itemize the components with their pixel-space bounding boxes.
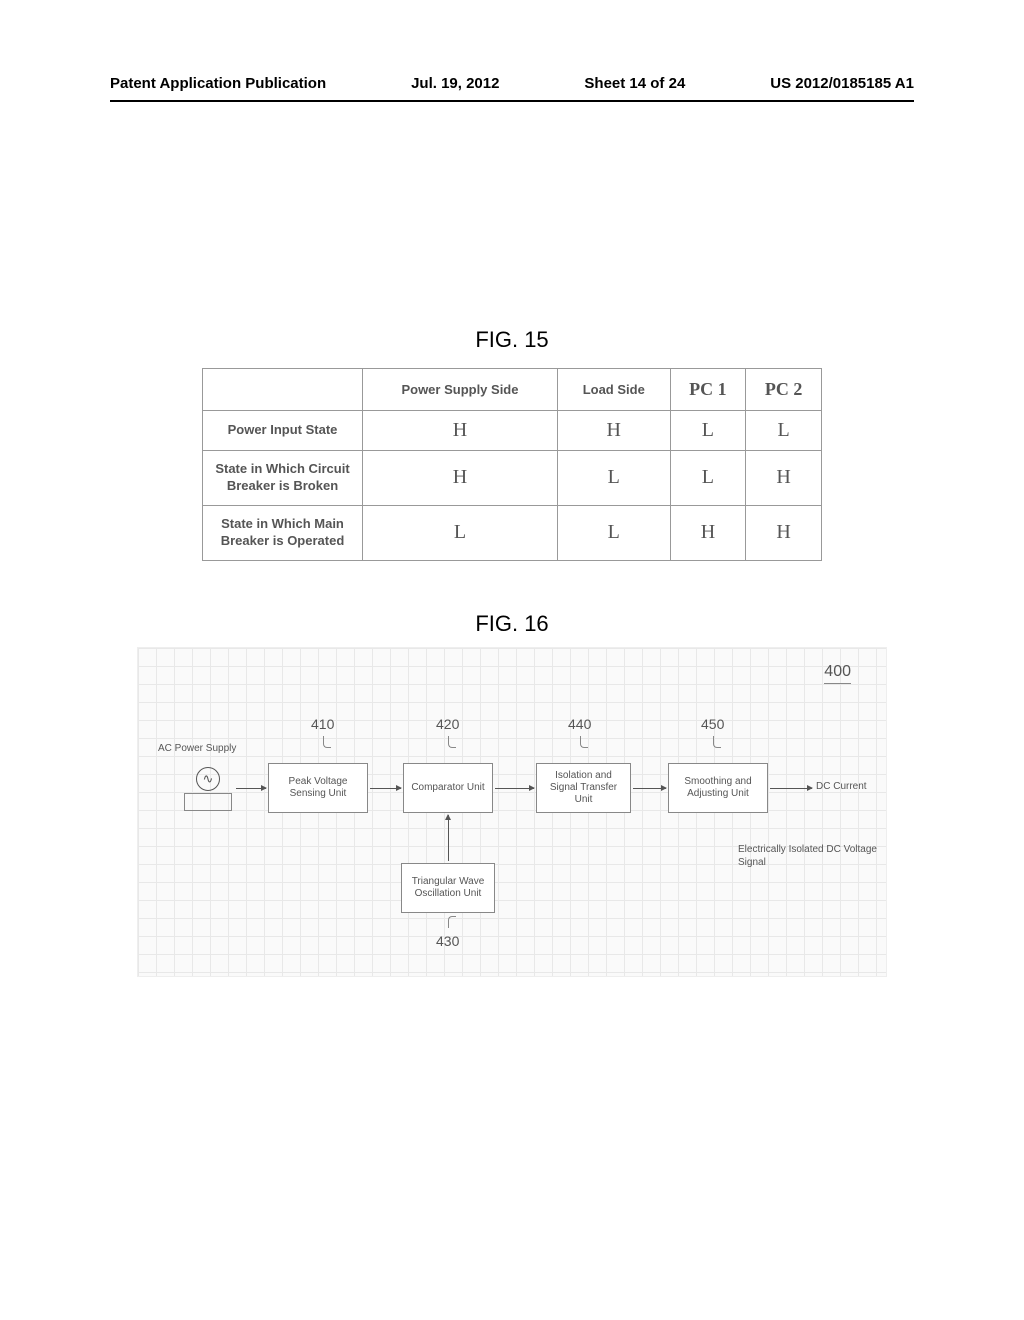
cell-value: H [746,451,822,506]
triangular-wave-block: Triangular Wave Oscillation Unit [401,863,495,913]
cell-value: H [363,411,558,451]
ref-hook [323,736,331,748]
cell-value: L [670,451,746,506]
figure-16-label: FIG. 16 [0,611,1024,637]
arrow-icon [770,788,812,789]
ref-hook [448,916,456,928]
block-diagram: 400 410 420 440 450 430 AC Power Supply … [137,647,887,977]
table-header-row: Power Supply Side Load Side PC 1 PC 2 [203,369,822,411]
isolation-block: Isolation and Signal Transfer Unit [536,763,631,813]
dc-current-label: DC Current [816,781,867,792]
ref-number-430: 430 [436,933,459,949]
ref-hook [713,736,721,748]
arrow-icon [236,788,266,789]
row-label: State in Which Main Breaker is Operated [203,505,363,560]
ref-number-410: 410 [311,716,334,732]
ref-number-420: 420 [436,716,459,732]
ref-hook [448,736,456,748]
ref-number-440: 440 [568,716,591,732]
arrow-icon [370,788,401,789]
smoothing-block: Smoothing and Adjusting Unit [668,763,768,813]
publication-type: Patent Application Publication [110,75,326,92]
cell-value: L [670,411,746,451]
sine-wave-icon: ∿ [196,767,220,791]
figure-15-label: FIG. 15 [0,327,1024,353]
page-header: Patent Application Publication Jul. 19, … [0,0,1024,102]
cell-value: H [670,505,746,560]
cell-value: L [746,411,822,451]
cell-value: L [557,505,670,560]
ref-hook [580,736,588,748]
table-row: State in Which Circuit Breaker is Broken… [203,451,822,506]
header-pc2: PC 2 [746,369,822,411]
ac-source-symbol: ∿ [178,753,238,813]
sheet-number: Sheet 14 of 24 [584,75,685,92]
row-label: Power Input State [203,411,363,451]
table-row: Power Input State H H L L [203,411,822,451]
arrow-icon [633,788,666,789]
cell-value: H [363,451,558,506]
cell-value: L [363,505,558,560]
ac-block [184,793,232,811]
peak-voltage-block: Peak Voltage Sensing Unit [268,763,368,813]
header-pc1: PC 1 [670,369,746,411]
table-row: State in Which Main Breaker is Operated … [203,505,822,560]
comparator-block: Comparator Unit [403,763,493,813]
arrow-up-icon [448,815,449,861]
arrow-icon [495,788,534,789]
ref-number-450: 450 [701,716,724,732]
cell-value: L [557,451,670,506]
publication-number: US 2012/0185185 A1 [770,75,914,92]
cell-value: H [746,505,822,560]
row-label: State in Which Circuit Breaker is Broken [203,451,363,506]
header-empty [203,369,363,411]
cell-value: H [557,411,670,451]
isolated-signal-label: Electrically Isolated DC Voltage Signal [738,843,886,869]
header-power-supply: Power Supply Side [363,369,558,411]
ref-number-400: 400 [824,663,851,684]
state-table: Power Supply Side Load Side PC 1 PC 2 Po… [202,368,822,561]
header-load-side: Load Side [557,369,670,411]
publication-date: Jul. 19, 2012 [411,75,499,92]
